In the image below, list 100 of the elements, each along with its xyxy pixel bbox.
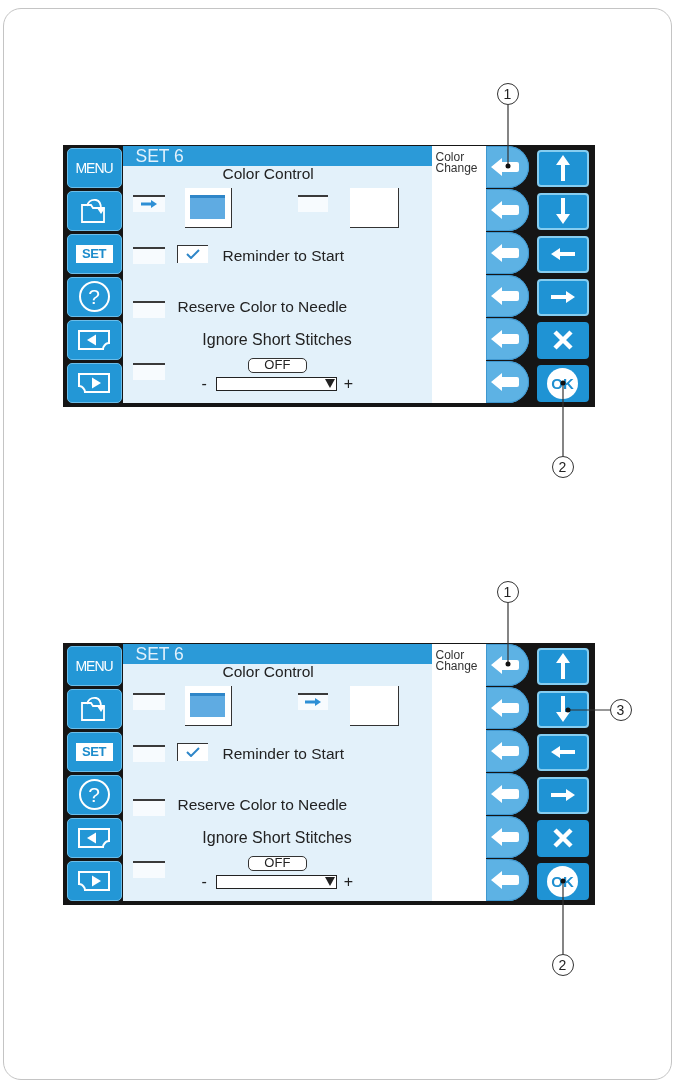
left-arrow-icon [491,870,519,889]
sidebar-button[interactable] [66,817,122,858]
row-select-button[interactable] [485,643,529,686]
set-button[interactable]: SET [66,731,122,772]
screen-left-icon [78,329,110,350]
column-label: Color Change [435,649,478,672]
check-icon [185,249,200,259]
left-arrow-icon [491,286,519,305]
down-button[interactable] [536,690,589,728]
left-arrow-icon [491,329,519,348]
option-label: Reserve Color to Needle [177,795,348,814]
cancel-button[interactable] [536,819,589,857]
left-arrow-icon [491,698,519,717]
left-arrow-icon [491,372,519,391]
right-button[interactable] [536,278,589,316]
close-icon [552,330,573,350]
left-arrow-icon [550,248,575,260]
sidebar-button[interactable] [66,190,122,231]
down-arrow-icon [555,696,570,722]
callout-number: 2 [551,953,574,976]
left-arrow-icon [491,741,519,760]
help-button[interactable]: ? [66,276,122,317]
row-select-button[interactable] [485,231,529,274]
plus-sign: + [343,376,354,391]
check-icon [185,747,200,757]
checkbox[interactable] [176,244,208,263]
sidebar-button[interactable] [66,319,122,360]
down-button[interactable] [536,192,589,230]
screen-right-icon [78,870,110,891]
row-select-button[interactable] [485,686,529,729]
menu-button[interactable]: MENU [66,147,122,188]
screen-left-icon [78,827,110,848]
row-select-button[interactable] [485,360,529,403]
set-button[interactable]: SET [66,233,122,274]
value-field[interactable] [215,376,337,391]
left-arrow-icon [491,827,519,846]
minus-sign: - [201,376,207,391]
value-display: OFF [247,855,307,871]
section-title: Color Control [222,165,314,182]
up-arrow-icon [555,155,570,181]
option-button[interactable] [184,685,232,726]
row-select-button[interactable] [485,772,529,815]
folder-arrow-icon [80,695,108,722]
left-arrow-icon [491,243,519,262]
value-display: OFF [247,357,307,373]
sidebar-button[interactable] [66,362,122,403]
left-button[interactable] [536,733,589,771]
left-button[interactable] [536,235,589,273]
row-select-button[interactable] [485,317,529,360]
caret-icon [324,379,335,388]
column-label: Color Change [435,151,478,174]
sidebar-button[interactable] [66,860,122,901]
row-select-button[interactable] [485,858,529,901]
swatch-icon [190,195,225,219]
caret-icon [324,877,335,886]
callout-number: 1 [496,581,519,603]
arrow-icon [140,200,157,208]
screen-header: SET 6 [122,145,432,166]
row-select-button[interactable] [485,188,529,231]
down-arrow-icon [555,198,570,224]
value-field[interactable] [215,874,337,889]
option-label: Ignore Short Stitches [202,331,352,348]
row-select-button[interactable] [485,729,529,772]
section-title: Color Control [222,663,314,680]
callout-number: 2 [551,455,574,478]
plus-sign: + [343,874,354,889]
option-button[interactable] [349,187,399,228]
sidebar-button[interactable] [66,688,122,729]
up-button[interactable] [536,149,589,187]
option-button[interactable] [184,187,232,228]
cancel-button[interactable] [536,321,589,359]
row-select-button[interactable] [485,145,529,188]
screen-right-icon [78,372,110,393]
left-arrow-icon [491,200,519,219]
option-button[interactable] [349,685,399,726]
up-arrow-icon [555,653,570,679]
screen-header: SET 6 [122,643,432,664]
right-arrow-icon [550,789,575,801]
left-arrow-icon [491,157,519,176]
arrow-icon [304,698,321,706]
callout-number: 3 [609,698,632,721]
help-button[interactable]: ? [66,774,122,815]
option-label: Reminder to Start [222,246,344,264]
minus-sign: - [201,874,207,889]
left-arrow-icon [550,746,575,758]
swatch-icon [190,693,225,717]
right-arrow-icon [550,291,575,303]
left-arrow-icon [491,784,519,803]
left-arrow-icon [491,655,519,674]
close-icon [552,828,573,848]
row-select-button[interactable] [485,274,529,317]
option-label: Reserve Color to Needle [177,297,348,316]
row-select-button[interactable] [485,815,529,858]
up-button[interactable] [536,647,589,685]
checkbox[interactable] [176,742,208,761]
menu-button[interactable]: MENU [66,645,122,686]
option-label: Reminder to Start [222,744,344,762]
callout-number: 1 [496,83,519,105]
option-label: Ignore Short Stitches [202,829,352,846]
right-button[interactable] [536,776,589,814]
